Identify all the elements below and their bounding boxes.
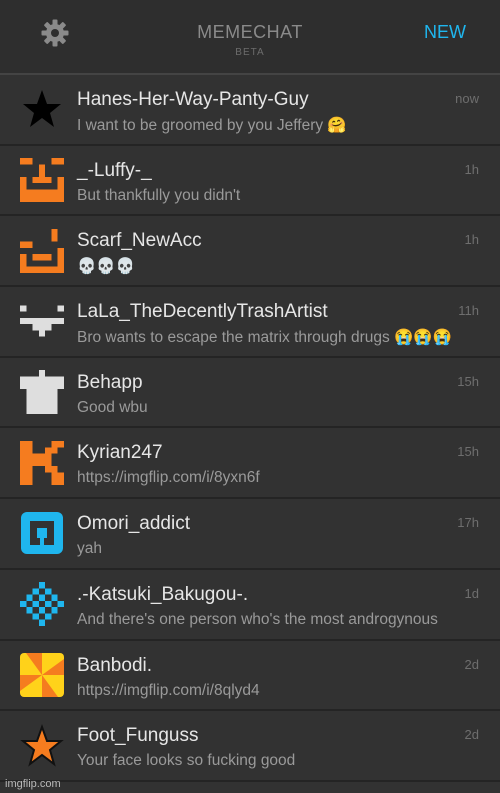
chat-row[interactable]: Banbodi. https://imgflip.com/i/8qlyd4 2d — [0, 641, 500, 712]
pinwheel-icon — [20, 652, 64, 697]
chat-message: Good wbu — [77, 398, 148, 416]
chat-message: I want to be groomed by you Jeffery 🤗 — [77, 117, 347, 134]
chat-list: Hanes-Her-Way-Panty-Guy I want to be gro… — [0, 75, 500, 782]
chat-time: now — [455, 91, 479, 106]
chat-row[interactable]: .-Katsuki_Bakugou-. And there's one pers… — [0, 570, 500, 641]
chat-time: 11h — [458, 303, 479, 319]
chat-name: Foot_Funguss — [77, 725, 199, 747]
watermark: imgflip.com — [5, 778, 61, 790]
white-shirt-icon — [20, 370, 64, 415]
chat-name: Omori_addict — [77, 513, 190, 535]
app-subtitle: BETA — [235, 47, 265, 58]
chat-row[interactable]: Kyrian247 https://imgflip.com/i/8yxn6f 1… — [0, 428, 500, 500]
orange-star-icon — [20, 723, 64, 768]
chat-name: Kyrian247 — [77, 442, 163, 464]
new-chat-button[interactable]: NEW — [424, 22, 466, 43]
chat-time: 1h — [464, 161, 479, 177]
chat-message: https://imgflip.com/i/8yxn6f — [77, 469, 260, 487]
chat-row[interactable]: Behapp Good wbu 15h — [0, 358, 500, 429]
chat-row[interactable]: Foot_Funguss Your face looks so fucking … — [0, 711, 500, 782]
chat-name: Hanes-Her-Way-Panty-Guy — [77, 89, 309, 110]
app-header: MEMECHAT BETA NEW — [0, 0, 500, 75]
chat-message: 💀💀💀 — [77, 258, 135, 276]
chat-name: Scarf_NewAcc — [77, 230, 202, 252]
chat-name: LaLa_TheDecentlyTrashArtist — [77, 301, 328, 323]
chat-time: 2d — [464, 656, 479, 672]
chat-time: 1h — [464, 232, 479, 248]
chat-message: Your face looks so fucking good — [77, 752, 296, 770]
white-pixel-face-icon — [20, 299, 64, 343]
chat-row[interactable]: Hanes-Her-Way-Panty-Guy I want to be gro… — [0, 75, 500, 146]
chat-name: Banbodi. — [77, 654, 153, 676]
black-star-icon — [20, 87, 64, 131]
chat-message: https://imgflip.com/i/8qlyd4 — [77, 681, 260, 699]
chat-row[interactable]: Scarf_NewAcc 💀💀💀 1h — [0, 216, 500, 288]
chat-time: 17h — [457, 515, 479, 531]
chat-row[interactable]: LaLa_TheDecentlyTrashArtist Bro wants to… — [0, 287, 500, 358]
chat-message: But thankfully you didn't — [77, 186, 241, 204]
chat-time: 15h — [457, 373, 479, 389]
orange-pixel-face-icon — [20, 158, 64, 203]
chat-time: 2d — [464, 727, 479, 743]
chat-message: Bro wants to escape the matrix through d… — [77, 329, 452, 347]
chat-row[interactable]: Omori_addict yah 17h — [0, 499, 500, 570]
chat-time: 15h — [457, 444, 479, 460]
orange-pixel-face-icon — [20, 228, 64, 273]
orange-pixel-k-icon — [20, 440, 64, 485]
chat-name: _-Luffy-_ — [77, 159, 152, 181]
chat-message: And there's one person who's the most an… — [77, 610, 438, 628]
chat-message: yah — [77, 540, 102, 558]
chat-name: Behapp — [77, 371, 143, 393]
chat-time: 1d — [464, 585, 479, 601]
chat-row[interactable]: _-Luffy-_ But thankfully you didn't 1h — [0, 146, 500, 217]
chat-name: .-Katsuki_Bakugou-. — [77, 583, 249, 605]
blue-square-ring-icon — [20, 511, 64, 555]
blue-checker-icon — [20, 582, 64, 627]
